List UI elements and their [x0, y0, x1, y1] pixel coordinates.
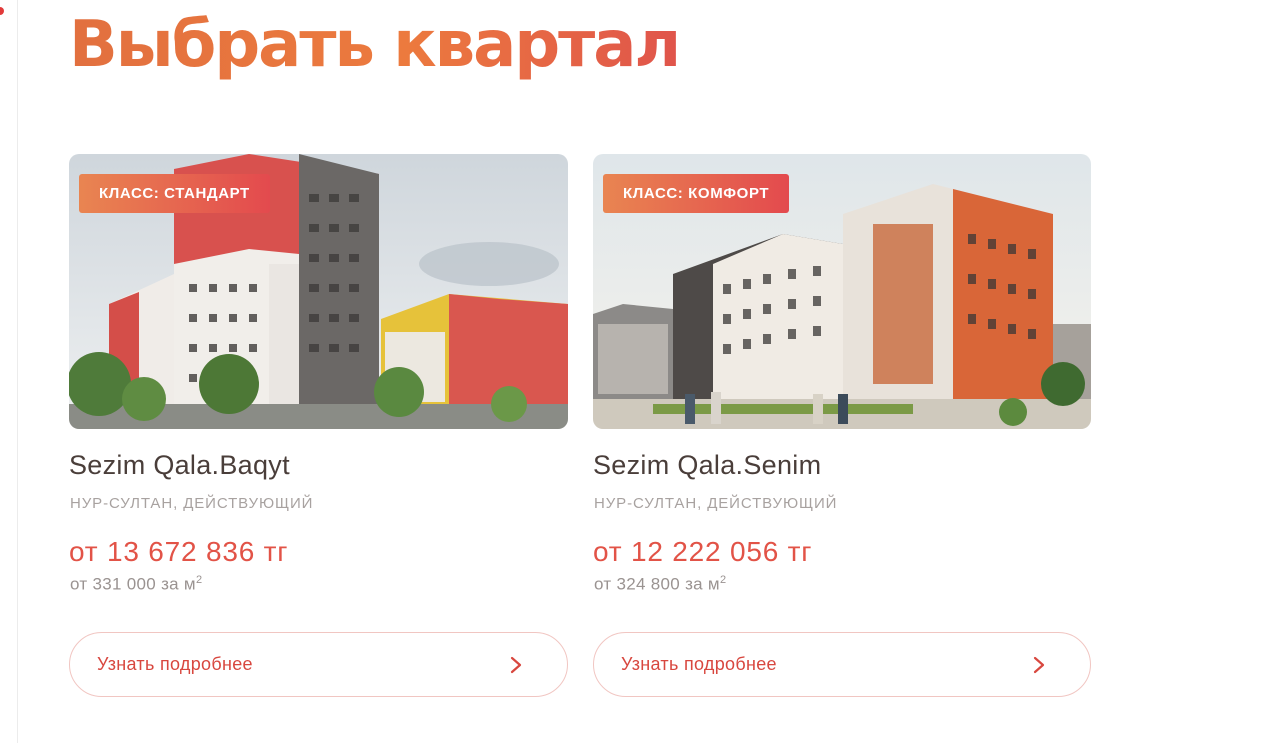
project-card-baqyt[interactable]: КЛАСС: СТАНДАРТ Sezim Qala.Baqyt НУР-СУЛ…	[69, 154, 568, 697]
price-per-square-meter-value: от 324 800 за м	[594, 574, 720, 594]
price-per-square-meter-value: от 331 000 за м	[70, 574, 196, 594]
unit-superscript: 2	[719, 574, 727, 586]
page-title: Выбрать квартал	[69, 2, 681, 88]
project-photo[interactable]: КЛАСС: СТАНДАРТ	[69, 154, 568, 429]
project-name[interactable]: Sezim Qala.Senim	[593, 450, 821, 481]
project-price: от 12 222 056 тг	[593, 536, 813, 567]
unit-superscript: 2	[195, 574, 203, 586]
learn-more-label: Узнать подробнее	[621, 654, 777, 674]
left-divider	[17, 0, 18, 743]
project-photo[interactable]: КЛАСС: КОМФОРТ	[593, 154, 1091, 429]
project-card-senim[interactable]: КЛАСС: КОМФОРТ Sezim Qala.Senim НУР-СУЛТ…	[593, 154, 1091, 697]
project-location: НУР-СУЛТАН, ДЕЙСТВУЮЩИЙ	[70, 495, 314, 512]
price-per-square-meter: от 331 000 за м2	[70, 574, 202, 595]
indicator-dot	[0, 7, 4, 15]
project-location: НУР-СУЛТАН, ДЕЙСТВУЮЩИЙ	[594, 495, 838, 512]
class-badge: КЛАСС: СТАНДАРТ	[79, 174, 270, 213]
learn-more-button[interactable]: Узнать подробнее	[69, 632, 568, 697]
chevron-right-icon	[1033, 656, 1045, 673]
class-badge: КЛАСС: КОМФОРТ	[603, 174, 790, 213]
project-name[interactable]: Sezim Qala.Baqyt	[69, 450, 290, 481]
project-price: от 13 672 836 тг	[69, 536, 289, 567]
chevron-right-icon	[510, 656, 522, 673]
price-per-square-meter: от 324 800 за м2	[594, 574, 726, 595]
learn-more-button[interactable]: Узнать подробнее	[593, 632, 1091, 697]
learn-more-label: Узнать подробнее	[97, 654, 253, 674]
